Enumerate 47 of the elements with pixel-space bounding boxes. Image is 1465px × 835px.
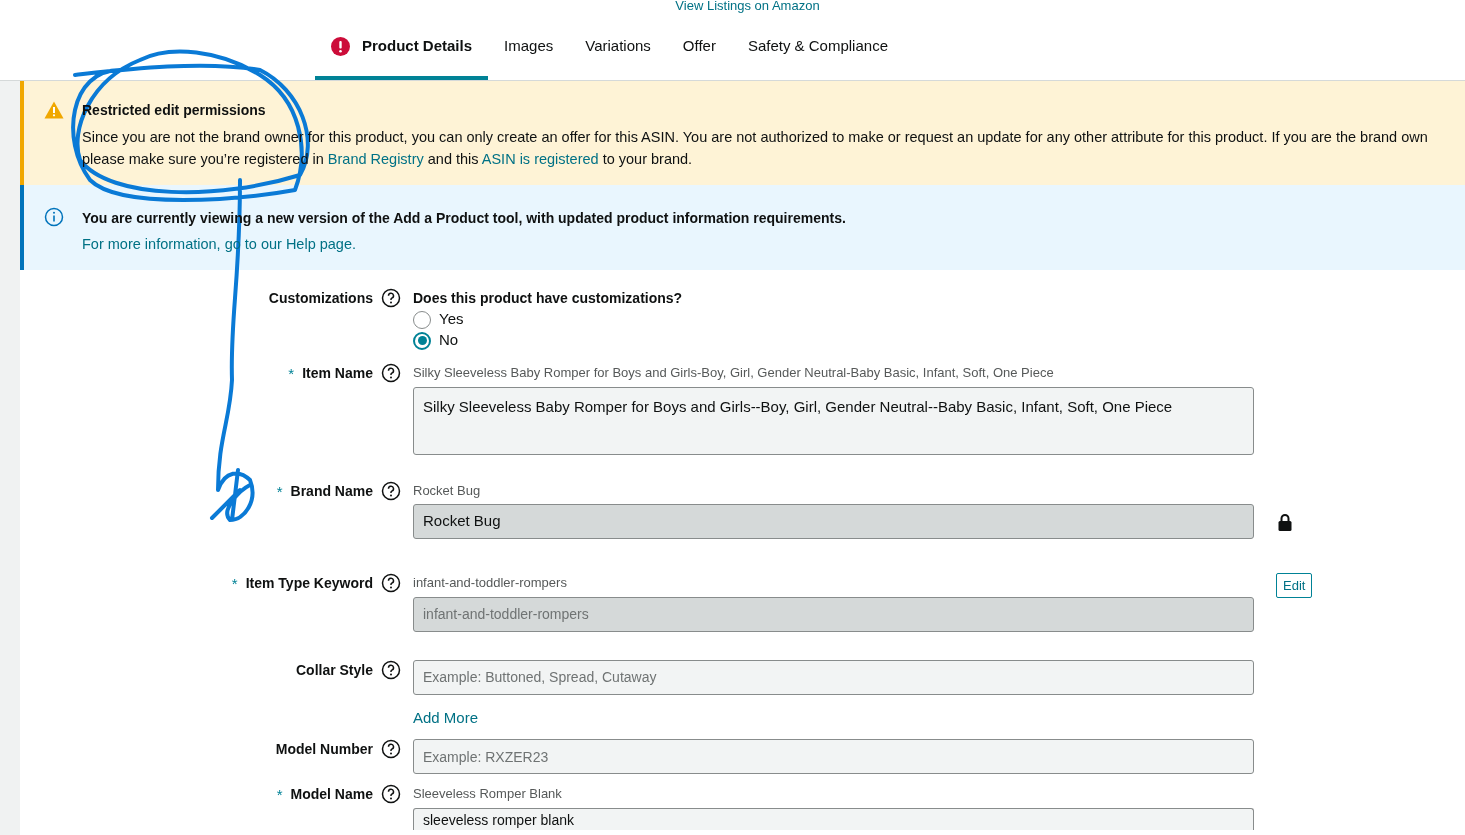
field-hint: Rocket Bug bbox=[413, 481, 482, 500]
banner-text: and this bbox=[426, 151, 480, 167]
inline-link[interactable]: Brand Registry bbox=[327, 151, 424, 167]
tab[interactable]: Offer bbox=[666, 12, 732, 80]
item-name-field[interactable]: Silky Sleeveless Baby Romper for Boys and Girls--Boy, Girl, Gender Neutral--Baby Basic, Infant, Soft, One Piece bbox=[413, 386, 1254, 455]
field-label: Item Name bbox=[302, 364, 373, 383]
add-more-link[interactable]: Add More bbox=[413, 706, 1254, 729]
inline-link[interactable]: ASIN is registered bbox=[481, 151, 599, 167]
edit-button[interactable]: Edit bbox=[1276, 573, 1313, 598]
field-label: Customizations bbox=[268, 289, 373, 308]
field-label: Model Name bbox=[290, 785, 373, 804]
tab[interactable]: Images bbox=[488, 12, 570, 80]
brand-name-field: Rocket Bug bbox=[413, 504, 1254, 539]
required-mark: * bbox=[288, 364, 295, 384]
required-mark: * bbox=[276, 785, 283, 805]
help-icon[interactable] bbox=[381, 288, 401, 308]
tab[interactable]: Safety & Compliance bbox=[731, 12, 904, 80]
field-label: Collar Style bbox=[295, 660, 373, 680]
lock-icon bbox=[1278, 513, 1292, 531]
error-icon bbox=[331, 36, 350, 56]
field-hint: Sleeveless Romper Blank bbox=[413, 785, 563, 803]
field-label: Item Type Keyword bbox=[245, 574, 373, 593]
help-icon[interactable] bbox=[381, 480, 401, 501]
text-field[interactable]: sleeveless romper blank bbox=[413, 807, 1254, 830]
radio-option[interactable]: Yes bbox=[413, 309, 683, 330]
field-label: Model Number bbox=[275, 740, 373, 759]
view-listings-link[interactable]: View Listings on Amazon bbox=[675, 0, 820, 12]
field-hint: Silky Sleeveless Baby Romper for Boys and Girls-Boy, Girl, Gender Neutral-Baby Basic, Infant, Soft, One Piece bbox=[413, 364, 1055, 382]
help-icon[interactable] bbox=[381, 573, 401, 593]
field-hint: infant-and-toddler-rompers bbox=[413, 574, 568, 592]
text-field[interactable]: Example: RXZER23 bbox=[413, 739, 1254, 774]
help-icon[interactable] bbox=[381, 363, 401, 383]
question-text: Does this product have customizations? bbox=[413, 289, 683, 308]
help-icon[interactable] bbox=[381, 739, 401, 759]
info-icon bbox=[44, 207, 64, 227]
required-mark: * bbox=[231, 574, 238, 594]
required-mark: * bbox=[276, 481, 283, 502]
tab[interactable]: Variations bbox=[569, 12, 667, 80]
banner-text: to your brand. bbox=[601, 151, 693, 167]
help-icon[interactable] bbox=[381, 784, 401, 804]
radio-option[interactable]: No bbox=[413, 330, 683, 351]
help-icon[interactable] bbox=[381, 659, 401, 680]
radio-button[interactable] bbox=[413, 331, 431, 350]
field-label: Brand Name bbox=[290, 481, 373, 501]
keyword-field: infant-and-toddler-rompers bbox=[413, 596, 1254, 632]
warning-icon bbox=[44, 101, 64, 119]
text-field[interactable]: Example: Buttoned, Spread, Cutaway bbox=[413, 659, 1254, 695]
